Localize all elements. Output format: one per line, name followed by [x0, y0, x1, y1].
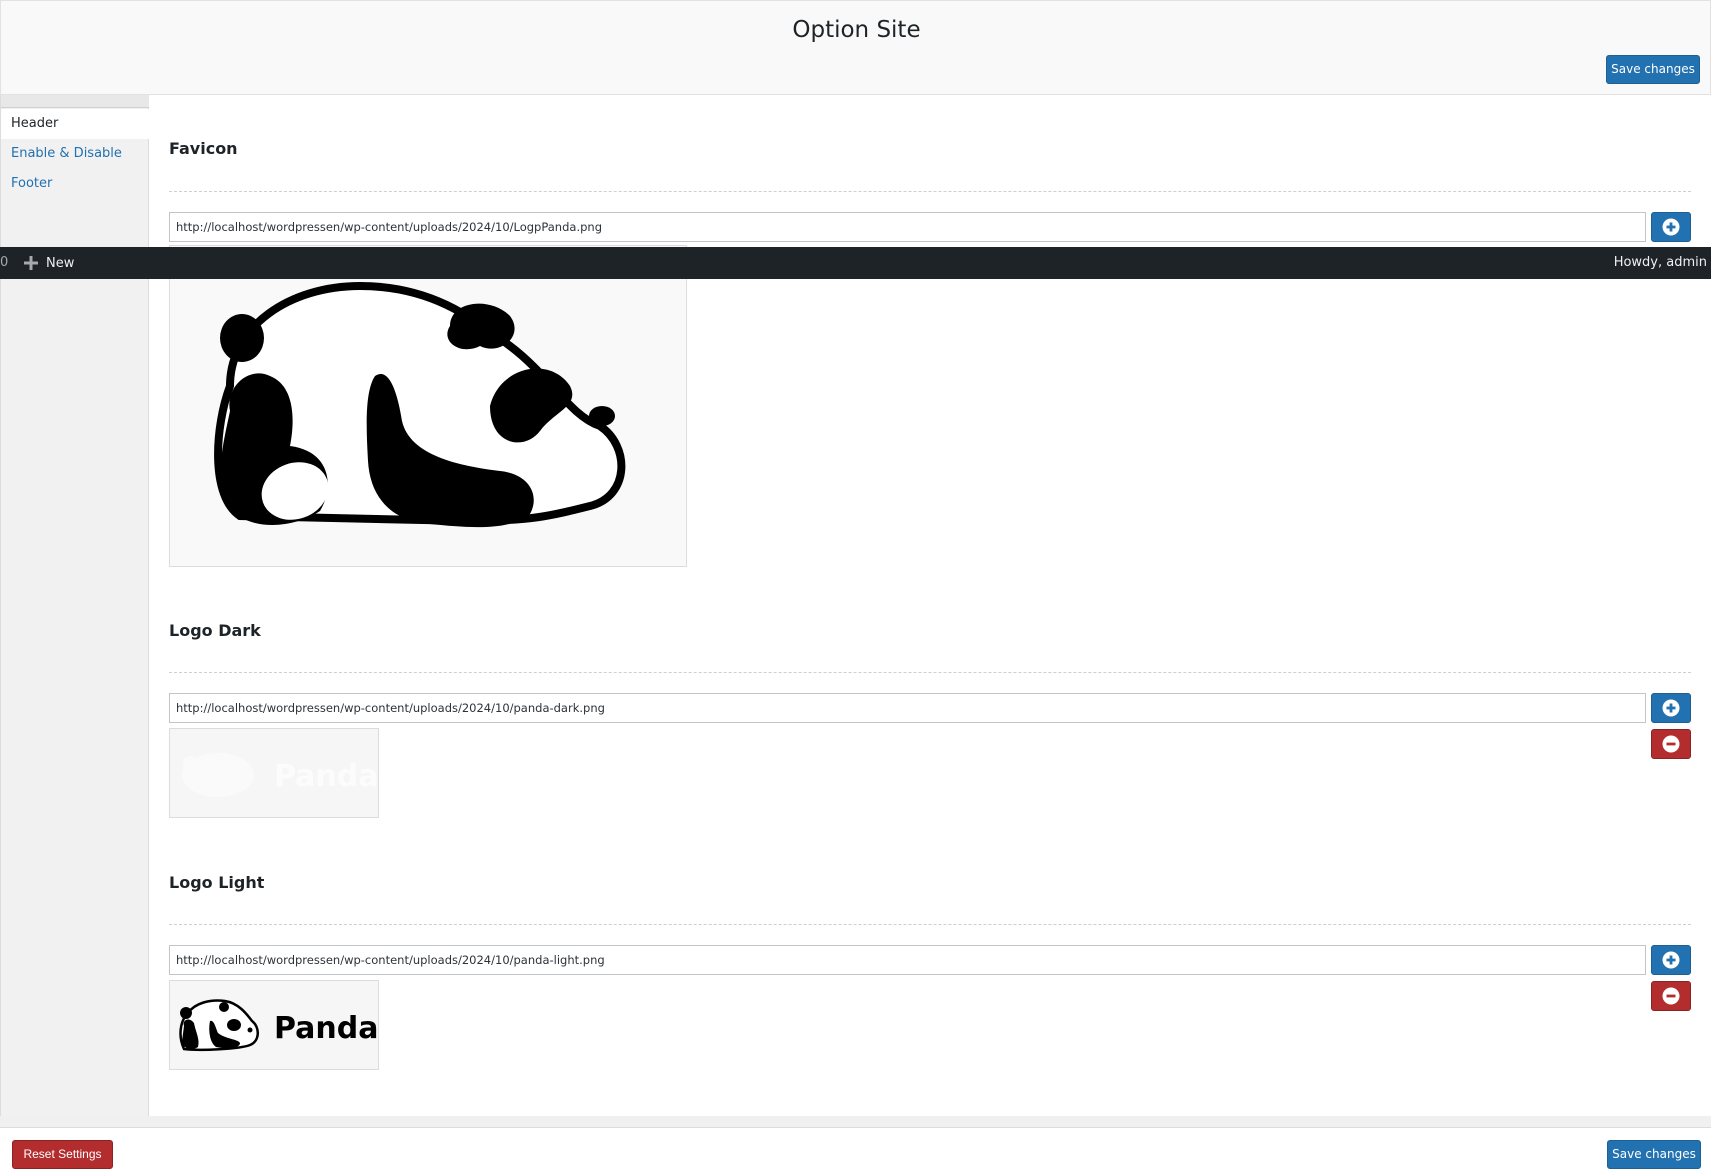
logo-dark-remove-button[interactable] [1651, 729, 1691, 759]
logo-dark-text: Panda [274, 759, 379, 794]
page-header: Option Site Save changes [0, 0, 1711, 95]
divider [169, 672, 1691, 673]
admin-bar-counter[interactable]: 0 [0, 247, 8, 279]
panda-logo-dark-image: Panda [182, 753, 379, 797]
divider [169, 191, 1691, 192]
admin-bar-new[interactable]: New [24, 247, 74, 279]
logo-light-remove-button[interactable] [1651, 981, 1691, 1011]
logo-dark-url-input[interactable]: http://localhost/wordpressen/wp-content/… [169, 693, 1646, 723]
plus-circle-icon [1662, 951, 1680, 969]
save-changes-button-top[interactable]: Save changes [1606, 55, 1700, 84]
sidebar-item-header[interactable]: Header [1, 109, 150, 139]
footer-bar: Reset Settings Save changes [0, 1127, 1711, 1175]
sidebar-item-footer[interactable]: Footer [1, 169, 149, 199]
logo-light-add-button[interactable] [1651, 945, 1691, 975]
logo-dark-add-button[interactable] [1651, 693, 1691, 723]
divider [169, 924, 1691, 925]
reset-settings-button[interactable]: Reset Settings [12, 1140, 113, 1169]
sidebar-item-enable-disable[interactable]: Enable & Disable [1, 139, 149, 169]
footer-gap [0, 1116, 1711, 1127]
logo-dark-preview: Panda [169, 728, 379, 818]
admin-bar: 0 New Howdy, admin [0, 247, 1711, 279]
admin-bar-greeting[interactable]: Howdy, admin [1614, 247, 1707, 279]
logo-light-preview: Panda [169, 980, 379, 1070]
save-changes-button-bottom[interactable]: Save changes [1607, 1140, 1701, 1169]
logo-light-url-input[interactable]: http://localhost/wordpressen/wp-content/… [169, 945, 1646, 975]
plus-circle-icon [1662, 218, 1680, 236]
panda-image [214, 281, 626, 528]
sidebar-stub [1, 95, 149, 108]
panda-logo-light-image: Panda [179, 999, 379, 1052]
minus-circle-icon [1662, 735, 1680, 753]
logo-dark-title: Logo Dark [169, 621, 261, 640]
favicon-add-button[interactable] [1651, 212, 1691, 242]
admin-bar-new-label: New [46, 255, 75, 271]
plus-circle-icon [1662, 699, 1680, 717]
page-title: Option Site [792, 17, 921, 43]
logo-light-title: Logo Light [169, 873, 265, 892]
favicon-preview [169, 245, 687, 567]
plus-icon [24, 256, 38, 270]
favicon-url-input[interactable]: http://localhost/wordpressen/wp-content/… [169, 212, 1646, 242]
logo-light-text: Panda [274, 1011, 379, 1046]
favicon-title: Favicon [169, 139, 238, 158]
minus-circle-icon [1662, 987, 1680, 1005]
